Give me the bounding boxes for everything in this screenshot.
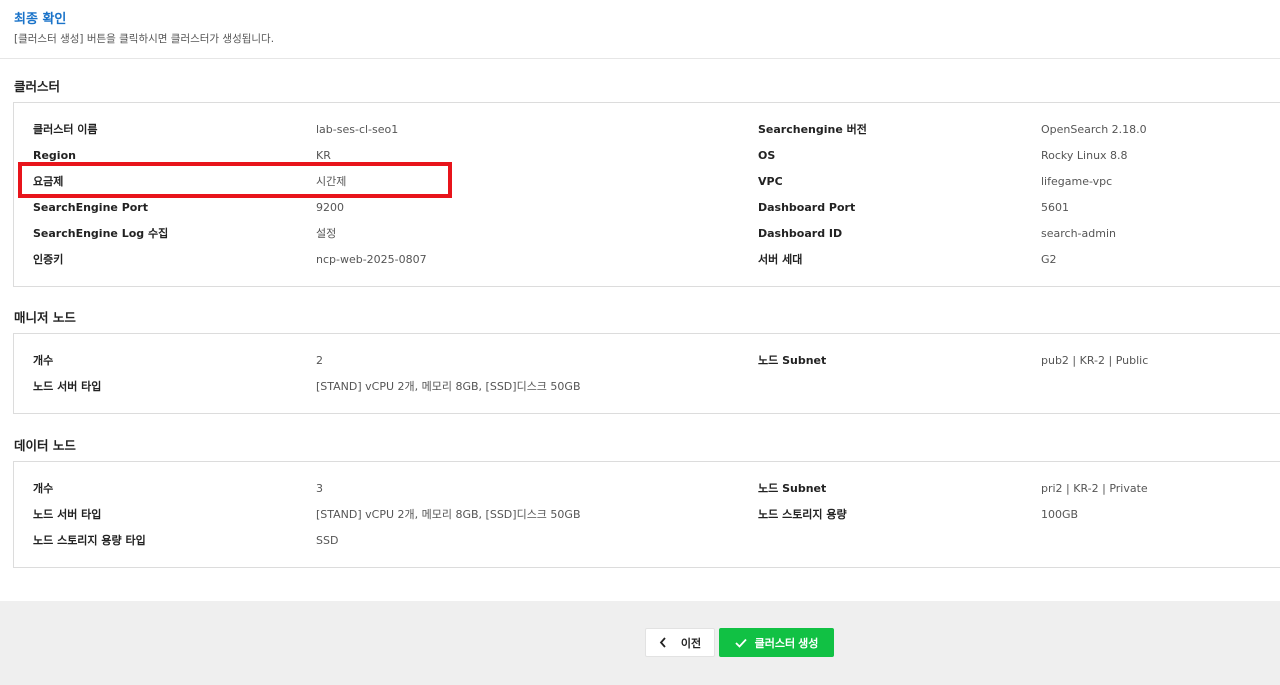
page-description: [클러스터 생성] 버튼을 클릭하시면 클러스터가 생성됩니다. [14,33,275,45]
region-value: KR [316,149,331,162]
pricing-plan-highlight-box [18,162,452,198]
auth-key-value: ncp-web-2025-0807 [316,253,427,266]
server-generation-value: G2 [1041,253,1057,266]
dashboard-port-label: Dashboard Port [758,201,856,214]
searchengine-version-label: Searchengine 버전 [758,123,867,136]
data-server-type-value: [STAND] vCPU 2개, 메모리 8GB, [SSD]디스크 50GB [316,508,581,521]
dashboard-id-value: search-admin [1041,227,1116,240]
dashboard-id-label: Dashboard ID [758,227,843,240]
footer-bar [0,601,1280,685]
log-collection-value: 설정 [316,227,337,240]
chevron-left-icon [659,637,667,648]
data-node-panel [13,461,1280,568]
manager-count-value: 2 [316,354,323,367]
data-server-type-label: 노드 서버 타입 [33,508,102,521]
page-header: 최종 확인 [클러스터 생성] 버튼을 클릭하시면 클러스터가 생성됩니다. [0,0,1280,59]
log-collection-label: SearchEngine Log 수집 [33,227,169,240]
data-storage-capacity-label: 노드 스토리지 용량 [758,508,847,521]
searchengine-version-value: OpenSearch 2.18.0 [1041,123,1147,136]
data-count-label: 개수 [33,482,54,495]
searchengine-port-value: 9200 [316,201,344,214]
cluster-name-label: 클러스터 이름 [33,123,98,136]
os-label: OS [758,149,776,162]
manager-node-section-title: 매니저 노드 [14,310,76,325]
check-icon [734,638,747,648]
data-storage-capacity-value: 100GB [1041,508,1079,521]
searchengine-port-label: SearchEngine Port [33,201,148,214]
data-subnet-value: pri2 | KR-2 | Private [1041,482,1148,495]
manager-subnet-value: pub2 | KR-2 | Public [1041,354,1149,367]
vpc-label: VPC [758,175,783,188]
create-cluster-button-label: 클러스터 생성 [754,637,819,650]
region-label: Region [33,149,76,162]
page-title: 최종 확인 [14,12,67,27]
manager-subnet-label: 노드 Subnet [758,354,827,367]
dashboard-port-value: 5601 [1041,201,1069,214]
manager-server-type-label: 노드 서버 타입 [33,380,102,393]
data-storage-type-label: 노드 스토리지 용량 타입 [33,534,146,547]
vpc-value: lifegame-vpc [1041,175,1113,188]
data-count-value: 3 [316,482,323,495]
data-node-section-title: 데이터 노드 [14,438,76,453]
server-generation-label: 서버 세대 [758,253,803,266]
auth-key-label: 인증키 [33,253,64,266]
os-value: Rocky Linux 8.8 [1041,149,1128,162]
manager-count-label: 개수 [33,354,54,367]
prev-button[interactable]: 이전 [645,628,715,657]
manager-node-panel [13,333,1280,414]
data-subnet-label: 노드 Subnet [758,482,827,495]
create-cluster-button[interactable]: 클러스터 생성 [719,628,834,657]
prev-button-label: 이전 [680,637,702,650]
cluster-section-title: 클러스터 [14,79,61,94]
final-confirm-page: 최종 확인 [클러스터 생성] 버튼을 클릭하시면 클러스터가 생성됩니다. 클… [0,0,1280,685]
data-storage-type-value: SSD [316,534,339,547]
cluster-name-value: lab-ses-cl-seo1 [316,123,399,136]
manager-server-type-value: [STAND] vCPU 2개, 메모리 8GB, [SSD]디스크 50GB [316,380,581,393]
